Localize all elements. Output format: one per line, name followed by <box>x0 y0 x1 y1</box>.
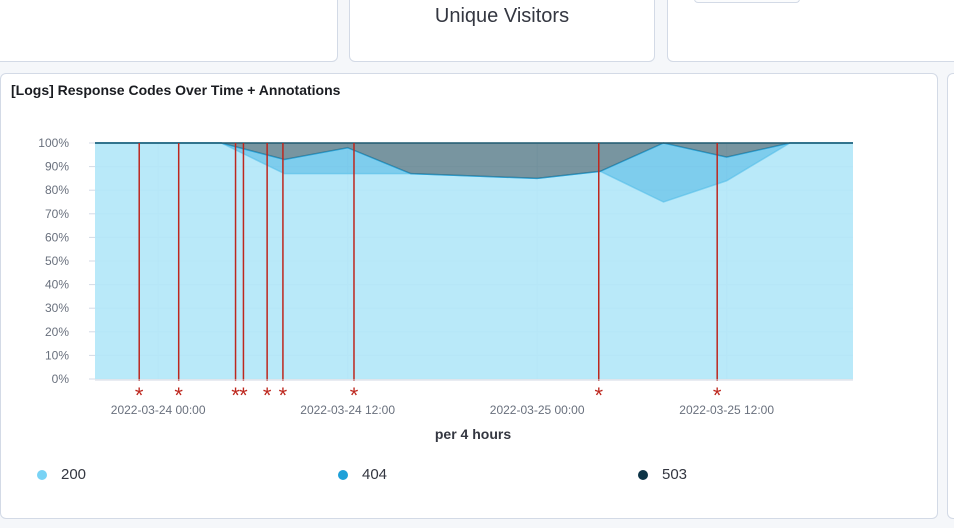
x-tick-label: 2022-03-24 00:00 <box>111 403 206 417</box>
x-tick-label: 2022-03-25 00:00 <box>490 403 585 417</box>
legend-dot-503 <box>638 469 648 480</box>
annotation-marker: * <box>279 383 288 408</box>
annotation-marker: * <box>239 383 248 408</box>
y-tick-label: 70% <box>45 207 69 221</box>
x-tick-label: 2022-03-24 12:00 <box>300 403 395 417</box>
area-series-200 <box>95 143 853 379</box>
y-tick-label: 50% <box>45 254 69 268</box>
x-axis-title: per 4 hours <box>435 426 511 442</box>
annotation-marker: * <box>135 383 144 408</box>
annotation-marker: * <box>174 383 183 408</box>
y-tick-label: 40% <box>45 278 69 292</box>
legend-item-200[interactable]: 200 <box>37 466 86 483</box>
y-tick-label: 10% <box>45 348 69 362</box>
y-tick-label: 60% <box>45 230 69 244</box>
y-tick-label: 0% <box>52 372 70 386</box>
legend-label-404: 404 <box>362 466 388 483</box>
legend-item-503[interactable]: 503 <box>638 466 687 483</box>
annotation-marker: * <box>713 383 722 408</box>
legend-label-200: 200 <box>61 466 87 483</box>
y-tick-label: 30% <box>45 301 69 315</box>
legend-item-404[interactable]: 404 <box>338 466 387 483</box>
y-tick-label: 20% <box>45 325 69 339</box>
response-codes-chart: 0% 10% 20% 30% 40% 50% 60% 70% 80% 90% 100% 2022-03… <box>38 136 853 442</box>
annotation-marker: * <box>350 383 359 408</box>
y-tick-label: 90% <box>45 160 69 174</box>
y-tick-label: 80% <box>45 183 69 197</box>
legend-label-503: 503 <box>662 466 688 483</box>
y-tick-label: 100% <box>38 136 69 150</box>
legend-dot-200 <box>37 469 47 480</box>
legend-dot-404 <box>338 469 348 480</box>
x-tick-label: 2022-03-25 12:00 <box>679 403 774 417</box>
annotation-marker: * <box>594 383 603 408</box>
annotation-marker: * <box>263 383 272 408</box>
